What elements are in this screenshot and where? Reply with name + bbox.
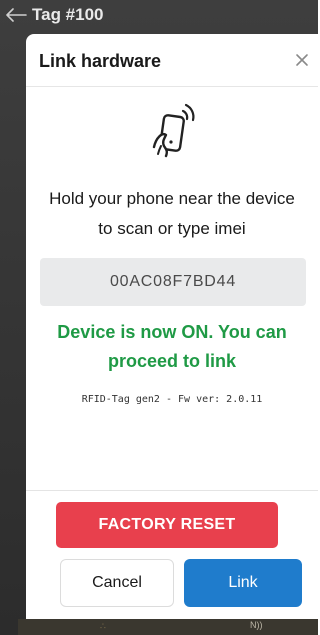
device-firmware-info: RFID-Tag gen2 - Fw ver: 2.0.11 xyxy=(81,394,263,405)
footer-divider xyxy=(26,490,318,491)
instruction-line-1: Hold your phone near the device xyxy=(49,189,295,208)
peek-text: N)) xyxy=(250,620,263,630)
modal-header: Link hardware xyxy=(26,34,318,87)
instruction-line-2: to scan or type imei xyxy=(98,219,246,238)
device-status-message: Device is now ON. You can proceed to lin… xyxy=(26,318,318,376)
cancel-button[interactable]: Cancel xyxy=(60,559,174,607)
back-arrow-icon[interactable] xyxy=(2,6,30,24)
link-hardware-modal: Link hardware Hold your phone near the d… xyxy=(26,34,318,619)
status-line-2: proceed to link xyxy=(107,351,237,371)
phone-nfc-icon xyxy=(152,103,195,158)
imei-input[interactable] xyxy=(40,258,306,306)
peek-mark: ∴ xyxy=(100,621,106,631)
background-content-peek: ∴ N)) xyxy=(18,619,318,635)
close-button[interactable] xyxy=(292,50,312,70)
modal-title: Link hardware xyxy=(39,51,162,71)
scan-instruction: Hold your phone near the device to scan … xyxy=(26,184,318,244)
app-title: Tag #100 xyxy=(32,5,104,24)
status-line-1: Device is now ON. You can xyxy=(57,322,287,342)
factory-reset-button[interactable]: FACTORY RESET xyxy=(56,502,278,548)
app-header: Tag #100 xyxy=(0,0,318,30)
close-icon xyxy=(296,54,308,66)
link-button[interactable]: Link xyxy=(184,559,302,607)
